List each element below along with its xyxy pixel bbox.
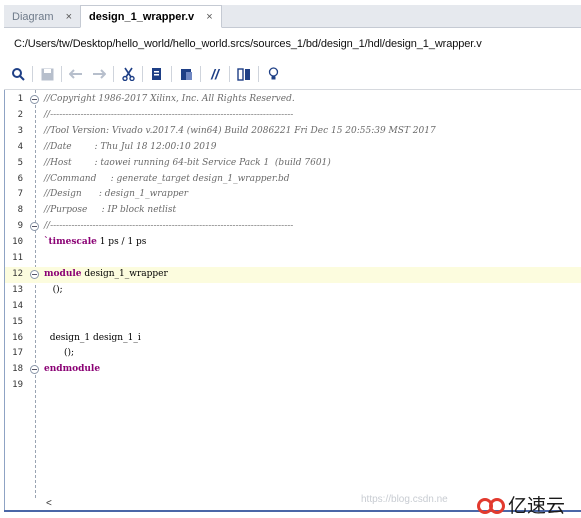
code-text: `timescale 1 ps / 1 ps: [44, 237, 147, 248]
brand-text: 亿速云: [508, 495, 566, 517]
save-icon[interactable]: [37, 64, 57, 84]
code-text: ();: [44, 284, 63, 295]
cut-icon[interactable]: [118, 64, 138, 84]
code-text: //--------------------------------------…: [44, 221, 294, 232]
code-line[interactable]: 19: [5, 378, 581, 394]
line-number: 9: [17, 221, 23, 232]
fold-toggle-icon[interactable]: [30, 269, 39, 279]
line-number: 10: [12, 237, 23, 248]
code-text: //--------------------------------------…: [44, 109, 294, 120]
watermark: https://blog.csdn.ne: [361, 494, 448, 505]
fold-toggle-icon[interactable]: [30, 365, 39, 375]
line-number: 13: [12, 284, 23, 295]
code-text: endmodule: [44, 364, 101, 375]
line-number: 6: [17, 173, 23, 184]
code-editor[interactable]: 1 //Copyright 1986-2017 Xilinx, Inc. All …: [4, 90, 581, 510]
fold-toggle-icon[interactable]: [30, 95, 39, 104]
line-number: 1: [17, 94, 23, 104]
code-text: //Host : taowei running 64-bit Service P…: [44, 157, 331, 168]
code-line[interactable]: 17 ();: [5, 346, 581, 362]
tab-label: design_1_wrapper.v: [89, 10, 195, 23]
toolbar-separator: [113, 66, 114, 82]
code-line[interactable]: 11: [5, 251, 581, 267]
undo-icon[interactable]: [66, 64, 86, 84]
toolbar-separator: [32, 66, 33, 82]
line-number: 3: [17, 125, 23, 136]
code-line[interactable]: 9 //-------------------------------------…: [5, 219, 581, 235]
tab-design-1-wrapper[interactable]: design_1_wrapper.v ×: [80, 5, 222, 28]
brand-mark-icon: [477, 497, 505, 514]
code-line[interactable]: 5 //Host : taowei running 64-bit Service …: [5, 156, 581, 172]
code-line[interactable]: 8 //Purpose : IP block netlist: [5, 203, 581, 219]
brand-logo: 亿速云: [476, 491, 565, 518]
code-text: ();: [44, 348, 75, 359]
toolbar-separator: [171, 66, 172, 82]
code-line[interactable]: 13 ();: [5, 283, 581, 299]
editor-window: Diagram × design_1_wrapper.v × C:/Users/…: [0, 0, 581, 517]
line-number: 18: [12, 364, 23, 375]
code-text: //Purpose : IP block netlist: [44, 205, 177, 216]
code-text: //Date : Thu Jul 18 12:00:10 2019: [44, 141, 217, 152]
tab-label: Diagram: [12, 10, 54, 23]
comment-icon[interactable]: //: [205, 64, 225, 84]
file-path: C:/Users/tw/Desktop/hello_world/hello_wo…: [14, 38, 482, 50]
code-text: //Tool Version: Vivado v.2017.4 (win64) …: [44, 125, 436, 136]
code-text: module design_1_wrapper: [44, 268, 168, 279]
code-text: //Design : design_1_wrapper: [44, 189, 189, 200]
toolbar-separator: [200, 66, 201, 82]
scroll-left-icon[interactable]: <: [46, 498, 52, 509]
toolbar-separator: [61, 66, 62, 82]
code-text: //Copyright 1986-2017 Xilinx, Inc. All R…: [44, 94, 295, 104]
code-text: design_1 design_1_i: [44, 332, 141, 343]
tab-bar: Diagram × design_1_wrapper.v ×: [4, 5, 581, 28]
line-number: 2: [17, 109, 23, 120]
lightbulb-icon[interactable]: [263, 64, 283, 84]
code-line[interactable]: 1 //Copyright 1986-2017 Xilinx, Inc. All …: [5, 92, 581, 108]
code-text: //Command : generate_target design_1_wra…: [44, 173, 290, 184]
line-number: 11: [12, 253, 23, 263]
columns-icon[interactable]: [234, 64, 254, 84]
line-number: 8: [17, 205, 23, 216]
code-line[interactable]: 7 //Design : design_1_wrapper: [5, 187, 581, 203]
toolbar-separator: [258, 66, 259, 82]
redo-icon[interactable]: [89, 64, 109, 84]
code-line[interactable]: 12 module design_1_wrapper: [5, 266, 581, 283]
line-number: 19: [12, 380, 23, 391]
toolbar-separator: [142, 66, 143, 82]
code-line[interactable]: 10 `timescale 1 ps / 1 ps: [5, 235, 581, 251]
paste-icon[interactable]: [176, 64, 196, 84]
line-number: 16: [12, 332, 23, 343]
line-number: 12: [12, 268, 23, 279]
editor-toolbar: //: [8, 62, 286, 86]
fold-toggle-icon[interactable]: [30, 222, 39, 232]
line-number: 17: [12, 348, 23, 359]
code-line[interactable]: 3 //Tool Version: Vivado v.2017.4 (win64)…: [5, 124, 581, 140]
code-line[interactable]: 16 design_1 design_1_i: [5, 331, 581, 347]
toolbar-separator: [229, 66, 230, 82]
tab-diagram[interactable]: Diagram ×: [4, 6, 80, 27]
line-number: 7: [17, 189, 23, 200]
line-number: 15: [12, 316, 23, 327]
code-line[interactable]: 18 endmodule: [5, 362, 581, 378]
line-number: 14: [12, 300, 23, 311]
code-line[interactable]: 4 //Date : Thu Jul 18 12:00:10 2019: [5, 140, 581, 156]
line-number: 4: [17, 141, 23, 152]
line-number: 5: [17, 157, 23, 168]
close-icon[interactable]: ×: [206, 11, 212, 23]
close-icon[interactable]: ×: [66, 11, 72, 23]
code-line[interactable]: 14: [5, 299, 581, 315]
code-line[interactable]: 2 //-------------------------------------…: [5, 108, 581, 124]
code-line[interactable]: 6 //Command : generate_target design_1_wr…: [5, 172, 581, 188]
search-icon[interactable]: [8, 64, 28, 84]
code-line[interactable]: 15: [5, 315, 581, 331]
copy-icon[interactable]: [147, 64, 167, 84]
